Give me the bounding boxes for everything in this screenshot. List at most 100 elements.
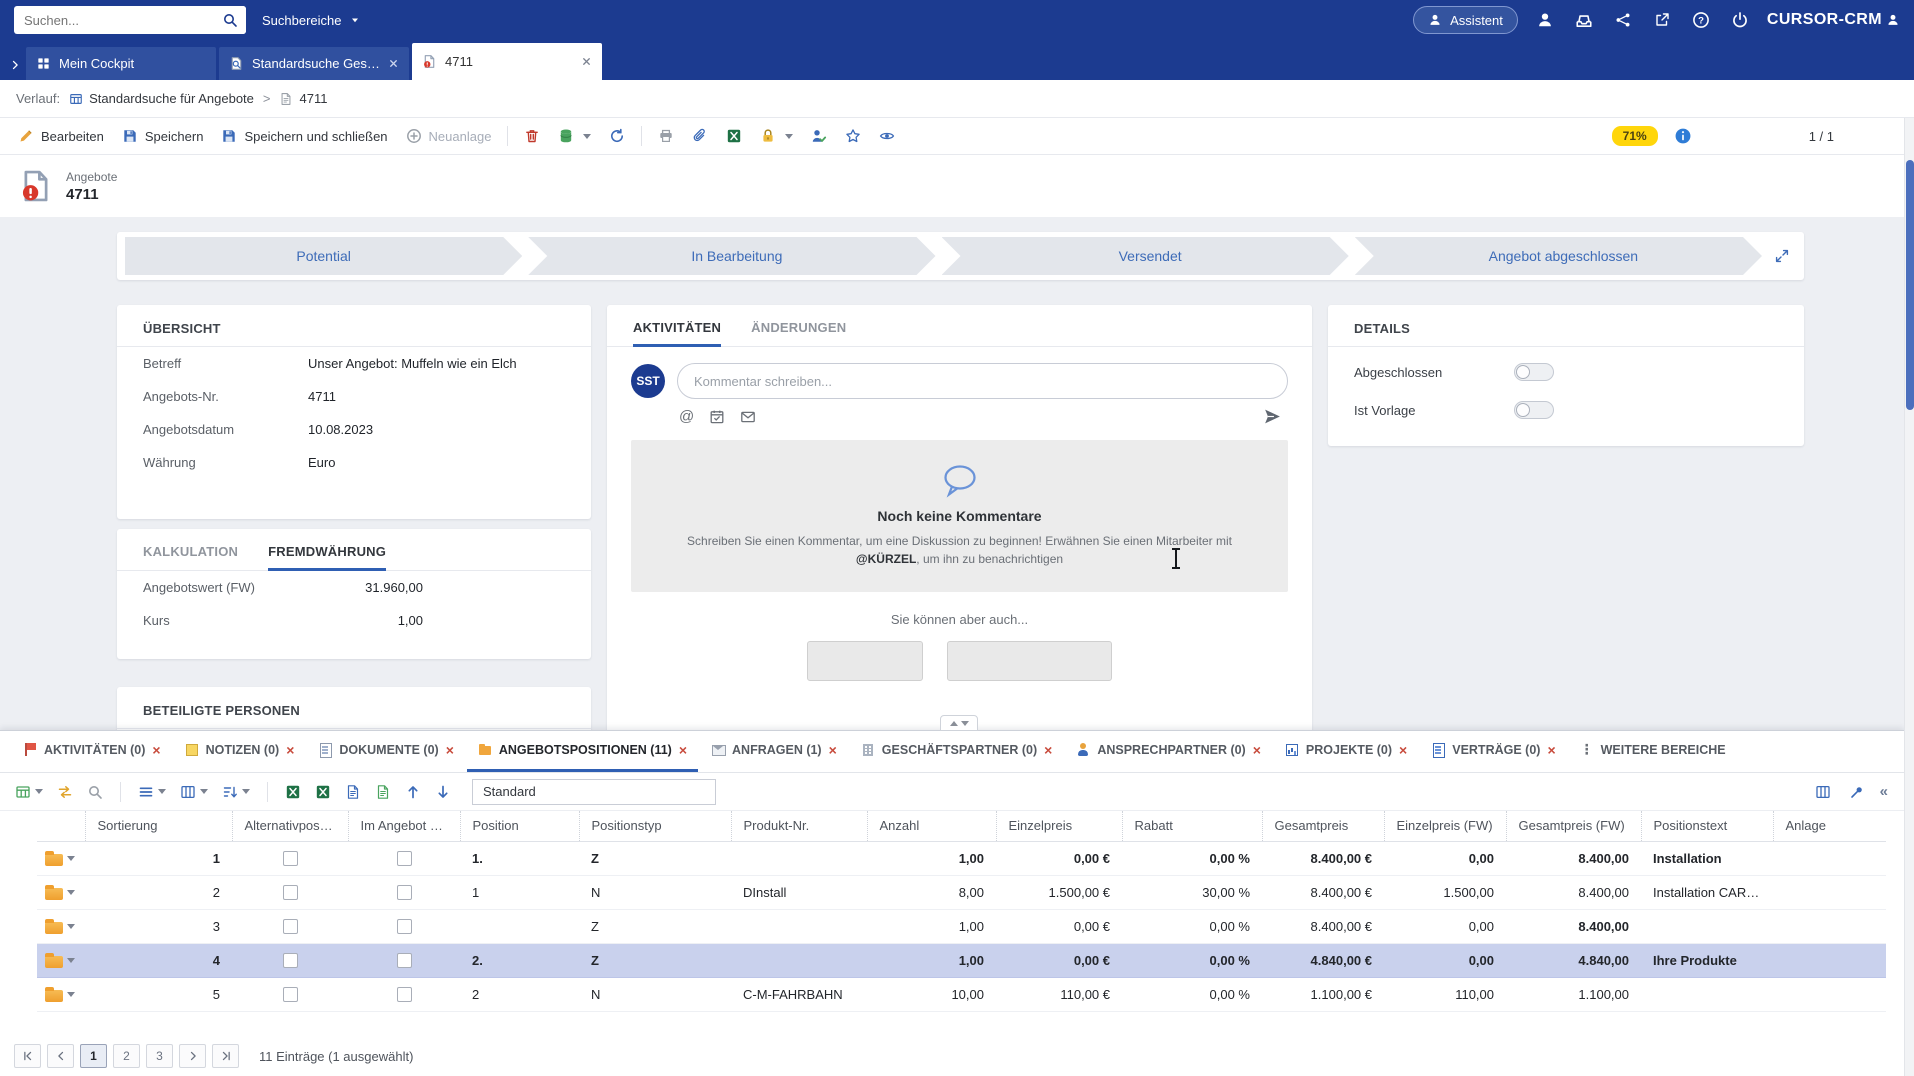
tab-fremdw-hrung[interactable]: FREMDWÄHRUNG [268,544,386,571]
menu-icon[interactable] [1708,124,1732,148]
favorite-star-button[interactable] [837,123,869,149]
delete-button[interactable] [516,123,548,149]
grid-search-button[interactable] [84,779,106,805]
folder-icon[interactable] [45,888,63,900]
print-button[interactable] [650,123,682,149]
page-button-1[interactable]: 1 [80,1044,107,1068]
process-step-angebot-abgeschlossen[interactable]: Angebot abgeschlossen [1355,237,1762,275]
col-anlage[interactable]: Anlage [1773,811,1886,841]
row-menu-caret-icon[interactable] [67,924,75,929]
previous-page-button[interactable] [47,1044,74,1068]
bottom-tab-notizen[interactable]: NOTIZEN (0)× [174,731,306,772]
close-icon[interactable] [581,56,592,67]
info-icon[interactable] [1671,124,1695,148]
folder-icon[interactable] [45,922,63,934]
tab-standardsuche-gesc[interactable]: Standardsuche Gesc... [219,47,409,80]
tab-mein-cockpit[interactable]: Mein Cockpit [26,47,216,80]
row-checkbox[interactable] [397,851,412,866]
col-gesamtpreis-fw[interactable]: Gesamtpreis (FW) [1506,811,1641,841]
process-step-in-bearbeitung[interactable]: In Bearbeitung [528,237,935,275]
bottom-tab-gesch-ftspartner[interactable]: GESCHÄFTSPARTNER (0)× [850,731,1064,772]
bottom-tab-dokumente[interactable]: DOKUMENTE (0)× [307,731,465,772]
row-checkbox[interactable] [283,851,298,866]
search-input[interactable] [14,13,214,28]
grid-add-row-button[interactable] [12,779,46,805]
expand-nav-icon[interactable] [4,59,26,71]
bottom-tab-projekte[interactable]: PROJEKTE (0)× [1274,731,1418,772]
pin-panel-icon[interactable] [1846,779,1868,805]
row-checkbox[interactable] [283,953,298,968]
col-gesamtpreis[interactable]: Gesamtpreis [1262,811,1384,841]
row-checkbox[interactable] [283,885,298,900]
tab-4711[interactable]: 4711 [412,43,602,80]
close-icon[interactable]: × [1399,743,1407,757]
bottom-tab-anfragen[interactable]: ANFRAGEN (1)× [700,731,848,772]
page-button-3[interactable]: 3 [146,1044,173,1068]
tab-kalkulation[interactable]: KALKULATION [143,544,238,571]
share-icon[interactable] [1611,8,1635,32]
open-external-icon[interactable] [1650,8,1674,32]
move-row-down-icon[interactable] [432,779,454,805]
col-rabatt[interactable]: Rabatt [1122,811,1262,841]
row-menu-caret-icon[interactable] [67,992,75,997]
col-alternativposition[interactable]: Alternativposition [232,811,348,841]
refresh-button[interactable] [601,123,633,149]
task-icon[interactable] [709,409,725,425]
col-sortierung[interactable]: Sortierung [85,811,232,841]
close-icon[interactable]: × [1547,743,1555,757]
tab-nderungen[interactable]: ÄNDERUNGEN [751,320,846,347]
bottom-tab-weitere-bereiche[interactable]: ⋮ WEITERE BEREICHE [1569,731,1737,772]
history-dropdown-icon[interactable] [1874,87,1898,111]
row-checkbox[interactable] [397,919,412,934]
col-position[interactable]: Position [460,811,579,841]
col-produkt-nr[interactable]: Produkt-Nr. [731,811,867,841]
bottom-tab-vertr-ge[interactable]: VERTRÄGE (0)× [1420,731,1566,772]
tab-aktivit-ten[interactable]: AKTIVITÄTEN [633,320,721,347]
first-record-icon[interactable] [1745,124,1769,148]
row-checkbox[interactable] [283,919,298,934]
grid-sort-button[interactable] [219,779,253,805]
send-comment-icon[interactable] [1263,407,1282,426]
excel-import-icon[interactable] [312,779,334,805]
breadcrumb-parent[interactable]: Standardsuche für Angebote [69,91,254,106]
save-close-button[interactable]: Speichern und schließen [213,123,395,149]
process-step-versendet[interactable]: Versendet [942,237,1349,275]
assign-user-button[interactable] [803,123,835,149]
bottom-tab-aktivit-ten[interactable]: AKTIVITÄTEN (0)× [12,731,172,772]
col-einzelpreis[interactable]: Einzelpreis [996,811,1122,841]
quick-action-button-stub[interactable] [807,641,923,681]
bottom-tab-angebotspositionen[interactable]: ANGEBOTSPOSITIONEN (11)× [467,731,698,772]
comment-input[interactable] [677,363,1288,399]
folder-icon[interactable] [45,854,63,866]
last-record-icon[interactable] [1874,124,1898,148]
grid-view-selector[interactable] [472,779,716,805]
row-menu-caret-icon[interactable] [67,856,75,861]
position-row[interactable]: 11.Z1,000,00 €0,00 %8.400,00 €0,008.400,… [37,841,1886,875]
close-icon[interactable]: × [1044,743,1052,757]
edit-button[interactable]: Bearbeiten [10,123,112,149]
close-icon[interactable]: × [679,743,687,757]
first-page-button[interactable] [14,1044,41,1068]
grid-group-button[interactable] [177,779,211,805]
col-positionstyp[interactable]: Positionstyp [579,811,731,841]
import-doc-icon[interactable] [372,779,394,805]
grid-view-menu-button[interactable] [135,779,169,805]
mail-icon[interactable] [740,409,756,425]
lock-button[interactable] [752,123,801,149]
row-checkbox[interactable] [397,987,412,1002]
collapse-panel-icon[interactable]: « [1880,783,1888,800]
user-profile-icon[interactable] [1533,8,1557,32]
export-doc-icon[interactable] [342,779,364,805]
scrollbar-thumb[interactable] [1906,160,1914,410]
page-button-2[interactable]: 2 [113,1044,140,1068]
watch-button[interactable] [871,123,903,149]
position-row[interactable]: 3Z1,000,00 €0,00 %8.400,00 €0,008.400,00 [37,909,1886,943]
next-record-icon[interactable] [1842,124,1866,148]
position-row[interactable]: 52NC-M-FAHRBAHN10,00110,00 €0,00 %1.100,… [37,977,1886,1011]
col-positionstext[interactable]: Positionstext [1641,811,1773,841]
column-config-icon[interactable] [1812,779,1834,805]
grid-transfer-button[interactable] [54,779,76,805]
save-button[interactable]: Speichern [114,123,212,149]
row-menu-caret-icon[interactable] [67,958,75,963]
history-back-icon[interactable] [1838,87,1862,111]
